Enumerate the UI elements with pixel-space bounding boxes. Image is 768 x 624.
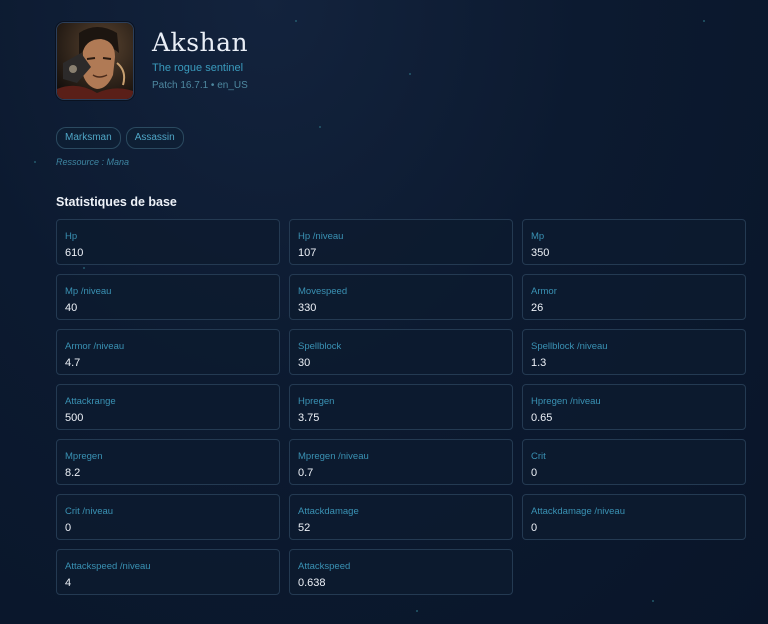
- stat-value: 0.7: [298, 467, 314, 479]
- stat-card-armor-per-level: Armor /niveau 4.7: [56, 329, 280, 375]
- resource-type: Ressource : Mana: [56, 157, 130, 167]
- stat-card-mp: Mp 350: [522, 219, 746, 265]
- stat-value: 40: [65, 302, 78, 314]
- tag-marksman[interactable]: Marksman: [56, 127, 121, 149]
- stat-value: 610: [65, 247, 84, 259]
- stat-value: 4: [65, 577, 72, 589]
- stat-value: 500: [65, 412, 84, 424]
- stat-label: Attackspeed: [298, 561, 351, 572]
- tag-assassin[interactable]: Assassin: [125, 127, 184, 149]
- champion-header: Akshan The rogue sentinel Patch 16.7.1 •…: [56, 22, 248, 100]
- stat-label: Movespeed: [298, 286, 348, 297]
- stat-label: Hpregen: [298, 396, 335, 407]
- stat-label: Armor /niveau: [65, 341, 125, 352]
- stat-value: 52: [298, 522, 311, 534]
- stat-value: 0.638: [298, 577, 326, 589]
- stat-value: 8.2: [65, 467, 81, 479]
- patch-info: Patch 16.7.1 • en_US: [152, 80, 248, 91]
- champion-title-block: Akshan The rogue sentinel Patch 16.7.1 •…: [152, 22, 248, 100]
- stat-value: 0: [531, 467, 538, 479]
- stat-value: 3.75: [298, 412, 320, 424]
- stat-label: Hp /niveau: [298, 231, 344, 242]
- stat-card-hpregen: Hpregen 3.75: [289, 384, 513, 430]
- stat-label: Mpregen /niveau: [298, 451, 369, 462]
- stat-card-spellblock: Spellblock 30: [289, 329, 513, 375]
- stat-label: Attackdamage /niveau: [531, 506, 626, 517]
- stat-value: 0.65: [531, 412, 553, 424]
- stat-value: 350: [531, 247, 550, 259]
- role-tags: Marksman Assassin: [56, 127, 184, 149]
- champion-title: The rogue sentinel: [152, 62, 244, 74]
- stat-card-attackdamage-per-level: Attackdamage /niveau 0: [522, 494, 746, 540]
- champion-portrait-image: [57, 23, 133, 99]
- stat-value: 1.3: [531, 357, 547, 369]
- stat-card-spellblock-per-level: Spellblock /niveau 1.3: [522, 329, 746, 375]
- stat-card-attackspeed-per-level: Attackspeed /niveau 4: [56, 549, 280, 595]
- stat-label: Attackspeed /niveau: [65, 561, 151, 572]
- champion-name: Akshan: [152, 28, 249, 57]
- stat-label: Armor: [531, 286, 557, 297]
- stat-card-mpregen-per-level: Mpregen /niveau 0.7: [289, 439, 513, 485]
- stat-label: Mp /niveau: [65, 286, 112, 297]
- stat-card-hp-per-level: Hp /niveau 107: [289, 219, 513, 265]
- stat-value: 30: [298, 357, 311, 369]
- stat-label: Mpregen: [65, 451, 103, 462]
- stat-label: Crit: [531, 451, 546, 462]
- stat-label: Attackrange: [65, 396, 116, 407]
- stat-card-mpregen: Mpregen 8.2: [56, 439, 280, 485]
- stat-card-crit: Crit 0: [522, 439, 746, 485]
- stat-card-attackspeed: Attackspeed 0.638: [289, 549, 513, 595]
- stat-label: Attackdamage: [298, 506, 359, 517]
- stat-card-armor: Armor 26: [522, 274, 746, 320]
- stat-card-hpregen-per-level: Hpregen /niveau 0.65: [522, 384, 746, 430]
- stat-card-movespeed: Movespeed 330: [289, 274, 513, 320]
- stat-value: 26: [531, 302, 544, 314]
- stat-label: Mp: [531, 231, 545, 242]
- base-stats-heading: Statistiques de base: [56, 195, 177, 209]
- stat-card-attackrange: Attackrange 500: [56, 384, 280, 430]
- stat-label: Spellblock /niveau: [531, 341, 608, 352]
- stat-value: 330: [298, 302, 317, 314]
- stat-card-hp: Hp 610: [56, 219, 280, 265]
- stat-label: Hpregen /niveau: [531, 396, 601, 407]
- stat-label: Hp: [65, 231, 78, 242]
- stat-value: 0: [531, 522, 538, 534]
- stat-card-mp-per-level: Mp /niveau 40: [56, 274, 280, 320]
- stat-value: 0: [65, 522, 72, 534]
- stat-label: Crit /niveau: [65, 506, 114, 517]
- stat-value: 4.7: [65, 357, 81, 369]
- stats-grid: Hp 610 Hp /niveau 107 Mp 350 Mp /niveau …: [56, 219, 746, 595]
- champion-portrait: [56, 22, 134, 100]
- stat-card-crit-per-level: Crit /niveau 0: [56, 494, 280, 540]
- stat-card-attackdamage: Attackdamage 52: [289, 494, 513, 540]
- stat-label: Spellblock: [298, 341, 342, 352]
- stat-value: 107: [298, 247, 317, 259]
